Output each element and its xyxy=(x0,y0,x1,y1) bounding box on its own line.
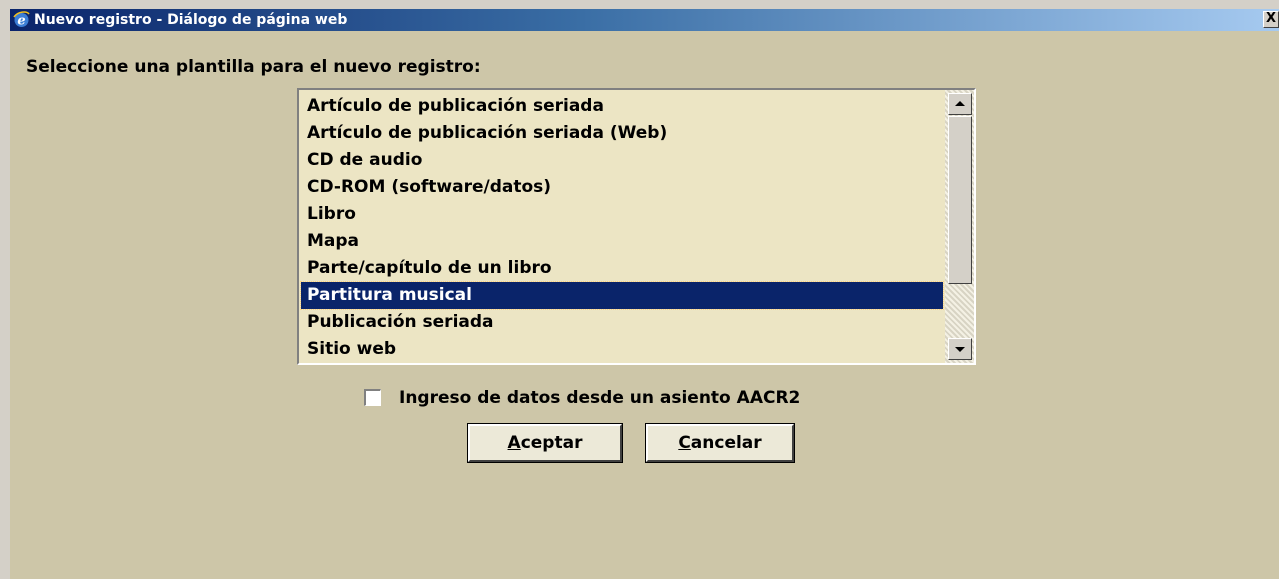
close-button[interactable]: X xyxy=(1263,11,1279,28)
list-item[interactable]: Partitura musical xyxy=(300,281,944,310)
scroll-thumb[interactable] xyxy=(948,116,972,284)
list-item[interactable]: CD-ROM (software/datos) xyxy=(301,174,943,201)
cancel-label: ancelar xyxy=(690,433,762,453)
list-item[interactable]: Sitio web xyxy=(301,336,943,363)
accept-button[interactable]: Aceptar xyxy=(467,423,623,463)
cancel-mnemonic: C xyxy=(678,433,691,453)
ie-icon: e xyxy=(13,11,30,28)
template-list[interactable]: Artículo de publicación seriada Artículo… xyxy=(299,90,945,363)
list-item[interactable]: Libro xyxy=(301,201,943,228)
list-item[interactable]: CD de audio xyxy=(301,147,943,174)
scroll-down-button[interactable] xyxy=(948,338,972,360)
arrow-up-icon xyxy=(955,101,965,106)
list-scrollbar[interactable] xyxy=(945,90,974,363)
list-item[interactable]: Mapa xyxy=(301,228,943,255)
accept-mnemonic: A xyxy=(507,433,521,453)
aacr2-checkbox-label[interactable]: Ingreso de datos desde un asiento AACR2 xyxy=(399,387,800,409)
window-title: Nuevo registro - Diálogo de página web xyxy=(34,12,348,28)
scroll-up-button[interactable] xyxy=(948,93,972,115)
list-item[interactable]: Artículo de publicación seriada xyxy=(301,93,943,120)
svg-text:e: e xyxy=(17,14,25,29)
close-icon: X xyxy=(1265,11,1277,26)
dialog-content: Seleccione una plantilla para el nuevo r… xyxy=(10,31,1279,579)
dialog-window: e Nuevo registro - Diálogo de página web… xyxy=(0,0,1279,579)
title-bar[interactable]: e Nuevo registro - Diálogo de página web… xyxy=(10,9,1279,31)
list-item[interactable]: Parte/capítulo de un libro xyxy=(301,255,943,282)
template-listbox[interactable]: Artículo de publicación seriada Artículo… xyxy=(297,88,976,365)
cancel-button[interactable]: Cancelar xyxy=(645,423,795,463)
accept-label: ceptar xyxy=(520,433,583,453)
arrow-down-icon xyxy=(955,347,965,352)
list-item[interactable]: Publicación seriada xyxy=(301,309,943,336)
list-item[interactable]: Artículo de publicación seriada (Web) xyxy=(301,120,943,147)
aacr2-checkbox[interactable] xyxy=(364,389,381,406)
prompt-label: Seleccione una plantilla para el nuevo r… xyxy=(26,57,481,77)
